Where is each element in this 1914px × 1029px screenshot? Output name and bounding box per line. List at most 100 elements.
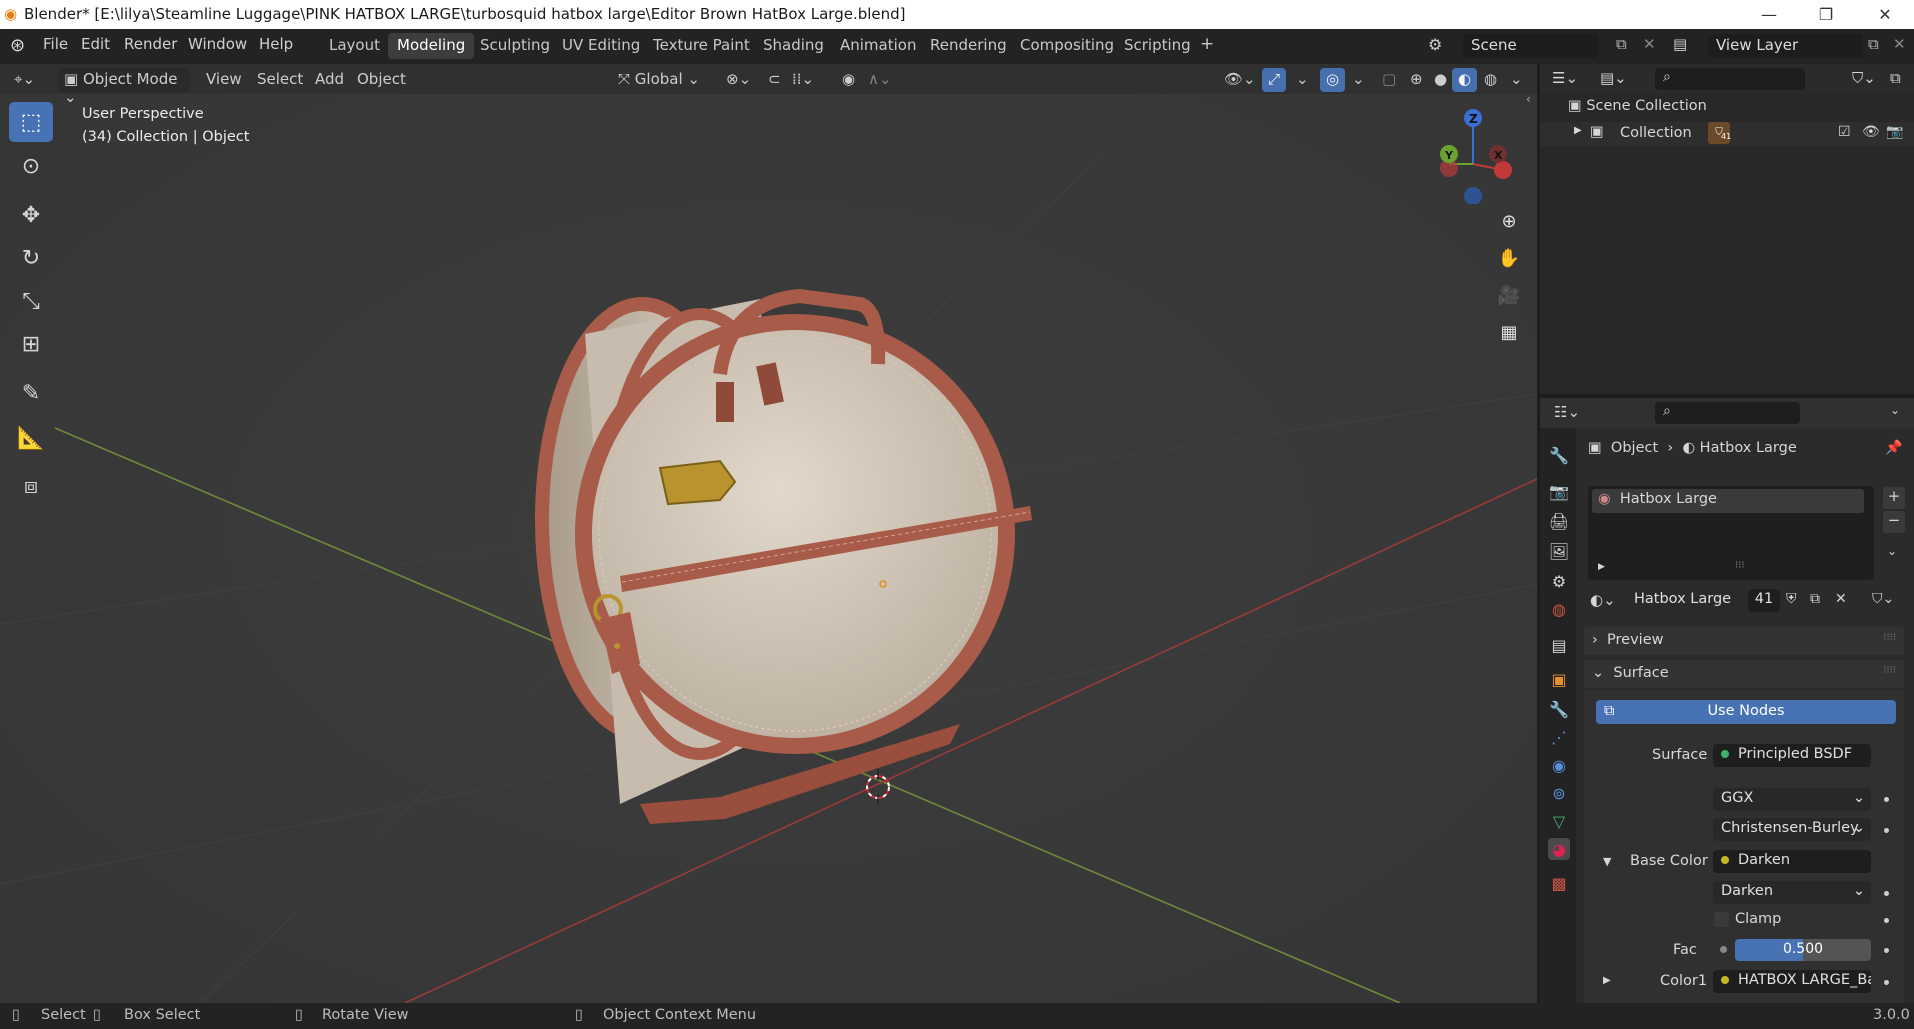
move-tool-icon[interactable]: ✥: [9, 195, 53, 235]
maximize-button[interactable]: ❐: [1801, 0, 1851, 29]
editor-type-icon[interactable]: ⌖⌄: [8, 68, 41, 92]
transform-orientation-dropdown[interactable]: ⤧ Global ⌄: [612, 68, 712, 92]
slot-specials-icon[interactable]: ⌄: [1887, 544, 1897, 558]
menu-file[interactable]: File: [43, 35, 68, 53]
filter-icon[interactable]: ⛉⌄: [1852, 69, 1876, 87]
tab-rendering[interactable]: Rendering: [921, 33, 1016, 59]
gizmo-dropdown-icon[interactable]: ⌄: [1290, 68, 1315, 92]
outliner-row-scene[interactable]: ▣ Scene Collection: [1568, 98, 1707, 114]
view-layer-tab-icon[interactable]: 🖼: [1548, 540, 1570, 562]
color1-texture-field[interactable]: HATBOX LARGE_Ba...: [1713, 970, 1871, 993]
tool-tab-icon[interactable]: 🔧: [1548, 444, 1570, 466]
rendered-shading-icon[interactable]: ◍: [1478, 68, 1503, 92]
snap-target-icon[interactable]: ⁞⁞⌄: [786, 68, 820, 92]
properties-editor-type-icon[interactable]: ☷⌄: [1554, 403, 1580, 421]
output-tab-icon[interactable]: 🖨: [1548, 510, 1570, 532]
user-count-field[interactable]: 41: [1748, 589, 1780, 612]
exclude-checkbox-icon[interactable]: ☑: [1838, 124, 1851, 140]
render-tab-icon[interactable]: 📷: [1548, 480, 1570, 502]
material-slot-item[interactable]: ◉ Hatbox Large: [1592, 489, 1864, 513]
material-preview-icon[interactable]: ◐: [1452, 68, 1478, 92]
tab-layout[interactable]: Layout: [320, 33, 389, 59]
blender-menu-icon[interactable]: ⊛: [10, 35, 25, 56]
scene-selector-icon[interactable]: ⚙: [1428, 35, 1442, 54]
pan-hand-icon[interactable]: ✋: [1494, 243, 1524, 273]
xray-icon[interactable]: ▢: [1376, 68, 1402, 92]
display-mode-icon[interactable]: ▤⌄: [1600, 69, 1627, 87]
falloff-icon[interactable]: ∧⌄: [862, 68, 898, 92]
tab-modeling[interactable]: Modeling: [388, 33, 475, 59]
world-tab-icon[interactable]: ◍: [1548, 598, 1570, 620]
tab-animation[interactable]: Animation: [831, 33, 925, 59]
base-color-field[interactable]: Darken: [1713, 850, 1871, 873]
overlays-dropdown-icon[interactable]: ⌄: [1346, 68, 1371, 92]
expand-arrow-icon[interactable]: ▶: [1574, 125, 1582, 136]
duplicate-material-icon[interactable]: ⧉: [1810, 591, 1820, 607]
rotate-tool-icon[interactable]: ↻: [9, 238, 53, 278]
outliner-editor-type-icon[interactable]: ☰⌄: [1552, 69, 1578, 87]
tab-compositing[interactable]: Compositing: [1011, 33, 1123, 59]
fac-slider[interactable]: 0.500: [1735, 939, 1871, 961]
new-scene-icon[interactable]: ⧉: [1616, 35, 1627, 53]
menu-object[interactable]: Object: [351, 68, 412, 92]
constraints-tab-icon[interactable]: ⊚: [1548, 782, 1570, 804]
pivot-point-icon[interactable]: ⊗⌄: [720, 68, 757, 92]
overlays-icon[interactable]: ◎: [1320, 68, 1346, 92]
particles-tab-icon[interactable]: ⋰: [1548, 726, 1570, 748]
list-expand-icon[interactable]: ▶: [1598, 562, 1605, 572]
wireframe-shading-icon[interactable]: ⊕: [1404, 68, 1429, 92]
close-window-button[interactable]: ✕: [1860, 0, 1910, 29]
material-browse-icon[interactable]: ◐⌄: [1590, 591, 1616, 609]
view-layer-field[interactable]: View Layer: [1708, 34, 1863, 58]
keyframe-dot-icon[interactable]: [1884, 797, 1889, 802]
add-cube-tool-icon[interactable]: ⧈: [9, 466, 53, 506]
visibility-icon[interactable]: 👁⌄: [1218, 68, 1262, 92]
material-tab-icon[interactable]: ◕: [1548, 838, 1570, 860]
menu-add[interactable]: Add: [309, 68, 350, 92]
outliner-search-field[interactable]: ⌕: [1655, 68, 1805, 90]
physics-tab-icon[interactable]: ◉: [1548, 754, 1570, 776]
menu-window[interactable]: Window: [188, 35, 247, 53]
menu-view[interactable]: View: [200, 68, 248, 92]
blend-mode-dropdown[interactable]: Darken ⌄: [1713, 881, 1871, 904]
view-layer-icon[interactable]: ▤: [1673, 35, 1687, 53]
menu-select[interactable]: Select: [251, 68, 309, 92]
color1-expand-icon[interactable]: ▶: [1603, 975, 1611, 986]
surface-panel-header[interactable]: ⌄ Surface ⁝⁝⁝⁝: [1584, 660, 1904, 688]
menu-help[interactable]: Help: [259, 35, 293, 53]
tab-uv-editing[interactable]: UV Editing: [553, 33, 649, 59]
clamp-checkbox[interactable]: [1714, 912, 1729, 927]
material-name-field[interactable]: Hatbox Large: [1626, 589, 1746, 612]
keyframe-dot-icon[interactable]: [1884, 891, 1889, 896]
modifier-tab-icon[interactable]: 🔧: [1548, 698, 1570, 720]
solid-shading-icon[interactable]: ●: [1428, 68, 1453, 92]
delete-view-layer-icon[interactable]: ✕: [1893, 35, 1906, 53]
object-tab-icon[interactable]: ▣: [1548, 668, 1570, 690]
render-camera-icon[interactable]: 📷: [1886, 124, 1903, 140]
unlink-material-icon[interactable]: ✕: [1835, 591, 1847, 607]
navigation-gizmo[interactable]: Z X Y: [1425, 104, 1515, 204]
add-slot-button[interactable]: +: [1883, 487, 1905, 509]
add-workspace-button[interactable]: +: [1191, 31, 1223, 57]
tab-sculpting[interactable]: Sculpting: [471, 33, 559, 59]
camera-view-icon[interactable]: 🎥: [1494, 280, 1524, 310]
link-type-icon[interactable]: ⛉⌄: [1872, 591, 1894, 607]
menu-edit[interactable]: Edit: [81, 35, 110, 53]
keyframe-dot-icon[interactable]: [1884, 948, 1889, 953]
select-box-tool-icon[interactable]: ⬚: [9, 102, 53, 142]
sidebar-toggle-icon[interactable]: ‹: [1526, 92, 1531, 106]
tab-shading[interactable]: Shading: [754, 33, 833, 59]
scene-tab-icon[interactable]: ⚙: [1548, 570, 1570, 592]
snap-magnet-icon[interactable]: ⊂: [762, 68, 787, 92]
drag-handle-icon[interactable]: ⁝⁝⁝⁝: [1883, 632, 1896, 643]
list-resize-handle-icon[interactable]: ⁝⁝⁝: [1735, 560, 1745, 571]
measure-tool-icon[interactable]: 📐: [9, 418, 53, 458]
proportional-edit-icon[interactable]: ◉: [836, 68, 861, 92]
base-color-expand-icon[interactable]: ▼: [1603, 855, 1611, 868]
visibility-eye-icon[interactable]: 👁: [1862, 124, 1880, 140]
shading-dropdown-icon[interactable]: ⌄: [1504, 68, 1529, 92]
pin-icon[interactable]: 📌: [1885, 440, 1902, 456]
drag-handle-icon[interactable]: ⁝⁝⁝⁝: [1883, 665, 1896, 676]
delete-scene-icon[interactable]: ✕: [1643, 35, 1656, 53]
object-mode-dropdown[interactable]: ▣ Object Mode ⌄: [58, 68, 190, 106]
